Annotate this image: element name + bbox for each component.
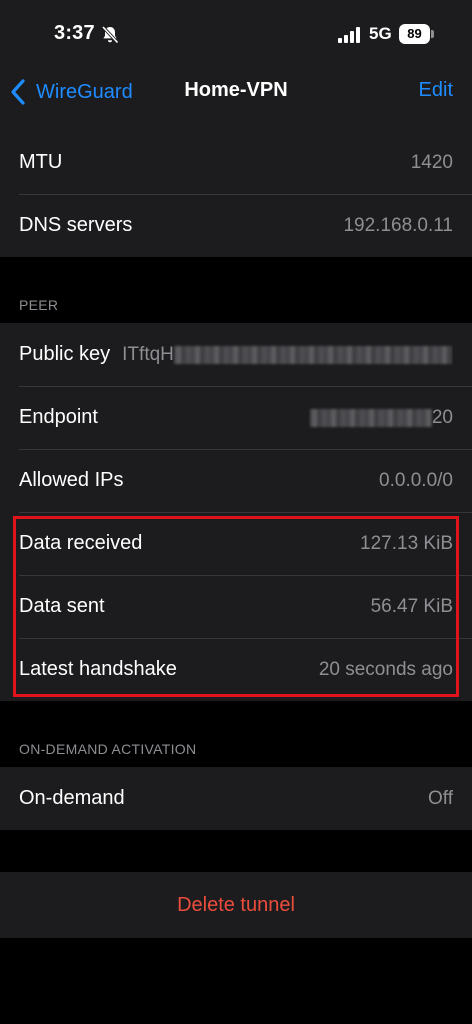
network-type: 5G [369, 24, 392, 43]
data-received-label: Data received [19, 532, 143, 554]
mtu-value: 1420 [410, 151, 453, 173]
dns-servers-value: 192.168.0.11 [343, 214, 453, 236]
peer-section-header: PEER [19, 297, 59, 313]
endpoint-suffix: 20 [431, 406, 453, 428]
dns-servers-row: DNS servers 192.168.0.11 [0, 194, 472, 257]
allowed-ips-label: Allowed IPs [19, 469, 124, 491]
data-received-row: Data received 127.13 KiB [0, 512, 472, 575]
peer-group: Public key ITftqH Endpoint 20 Allowed IP… [0, 323, 472, 701]
public-key-value: ITftqH [122, 344, 453, 366]
on-demand-group: On-demand Off [0, 767, 472, 830]
status-time: 3:37 [54, 22, 95, 44]
data-sent-row: Data sent 56.47 KiB [0, 575, 472, 638]
delete-tunnel-label: Delete tunnel [177, 893, 295, 916]
public-key-redacted [173, 345, 452, 364]
public-key-label: Public key [19, 343, 111, 365]
delete-group: Delete tunnel [0, 872, 472, 938]
edit-button[interactable]: Edit [419, 79, 453, 102]
interface-group: MTU 1420 DNS servers 192.168.0.11 [0, 131, 472, 257]
endpoint-row: Endpoint 20 [0, 386, 472, 449]
top-bar: 3:37 5G 89 WireGuard Home-VPN Edit [0, 0, 472, 131]
bell-slash-icon [101, 25, 119, 44]
on-demand-value: Off [428, 787, 453, 809]
public-key-row: Public key ITftqH [0, 323, 472, 386]
data-sent-label: Data sent [19, 595, 105, 617]
data-sent-value: 56.47 KiB [370, 595, 453, 617]
mtu-label: MTU [19, 151, 63, 173]
latest-handshake-label: Latest handshake [19, 658, 177, 680]
endpoint-redacted [309, 408, 432, 427]
latest-handshake-value: 20 seconds ago [318, 658, 453, 680]
on-demand-row[interactable]: On-demand Off [0, 767, 472, 830]
on-demand-section-header: ON-DEMAND ACTIVATION [19, 741, 197, 757]
delete-tunnel-button[interactable]: Delete tunnel [0, 872, 472, 938]
on-demand-label: On-demand [19, 787, 125, 809]
public-key-prefix: ITftqH [122, 343, 174, 365]
battery-indicator: 89 [399, 24, 430, 44]
endpoint-value: 20 [309, 406, 453, 429]
page-title: Home-VPN [184, 79, 288, 101]
latest-handshake-row: Latest handshake 20 seconds ago [0, 638, 472, 701]
endpoint-label: Endpoint [19, 406, 98, 428]
data-received-value: 127.13 KiB [360, 532, 453, 554]
allowed-ips-value: 0.0.0.0/0 [379, 469, 453, 491]
cellular-signal-icon [338, 27, 360, 43]
allowed-ips-row: Allowed IPs 0.0.0.0/0 [0, 449, 472, 512]
mtu-row: MTU 1420 [0, 131, 472, 194]
dns-servers-label: DNS servers [19, 214, 133, 236]
battery-nub [431, 30, 434, 38]
